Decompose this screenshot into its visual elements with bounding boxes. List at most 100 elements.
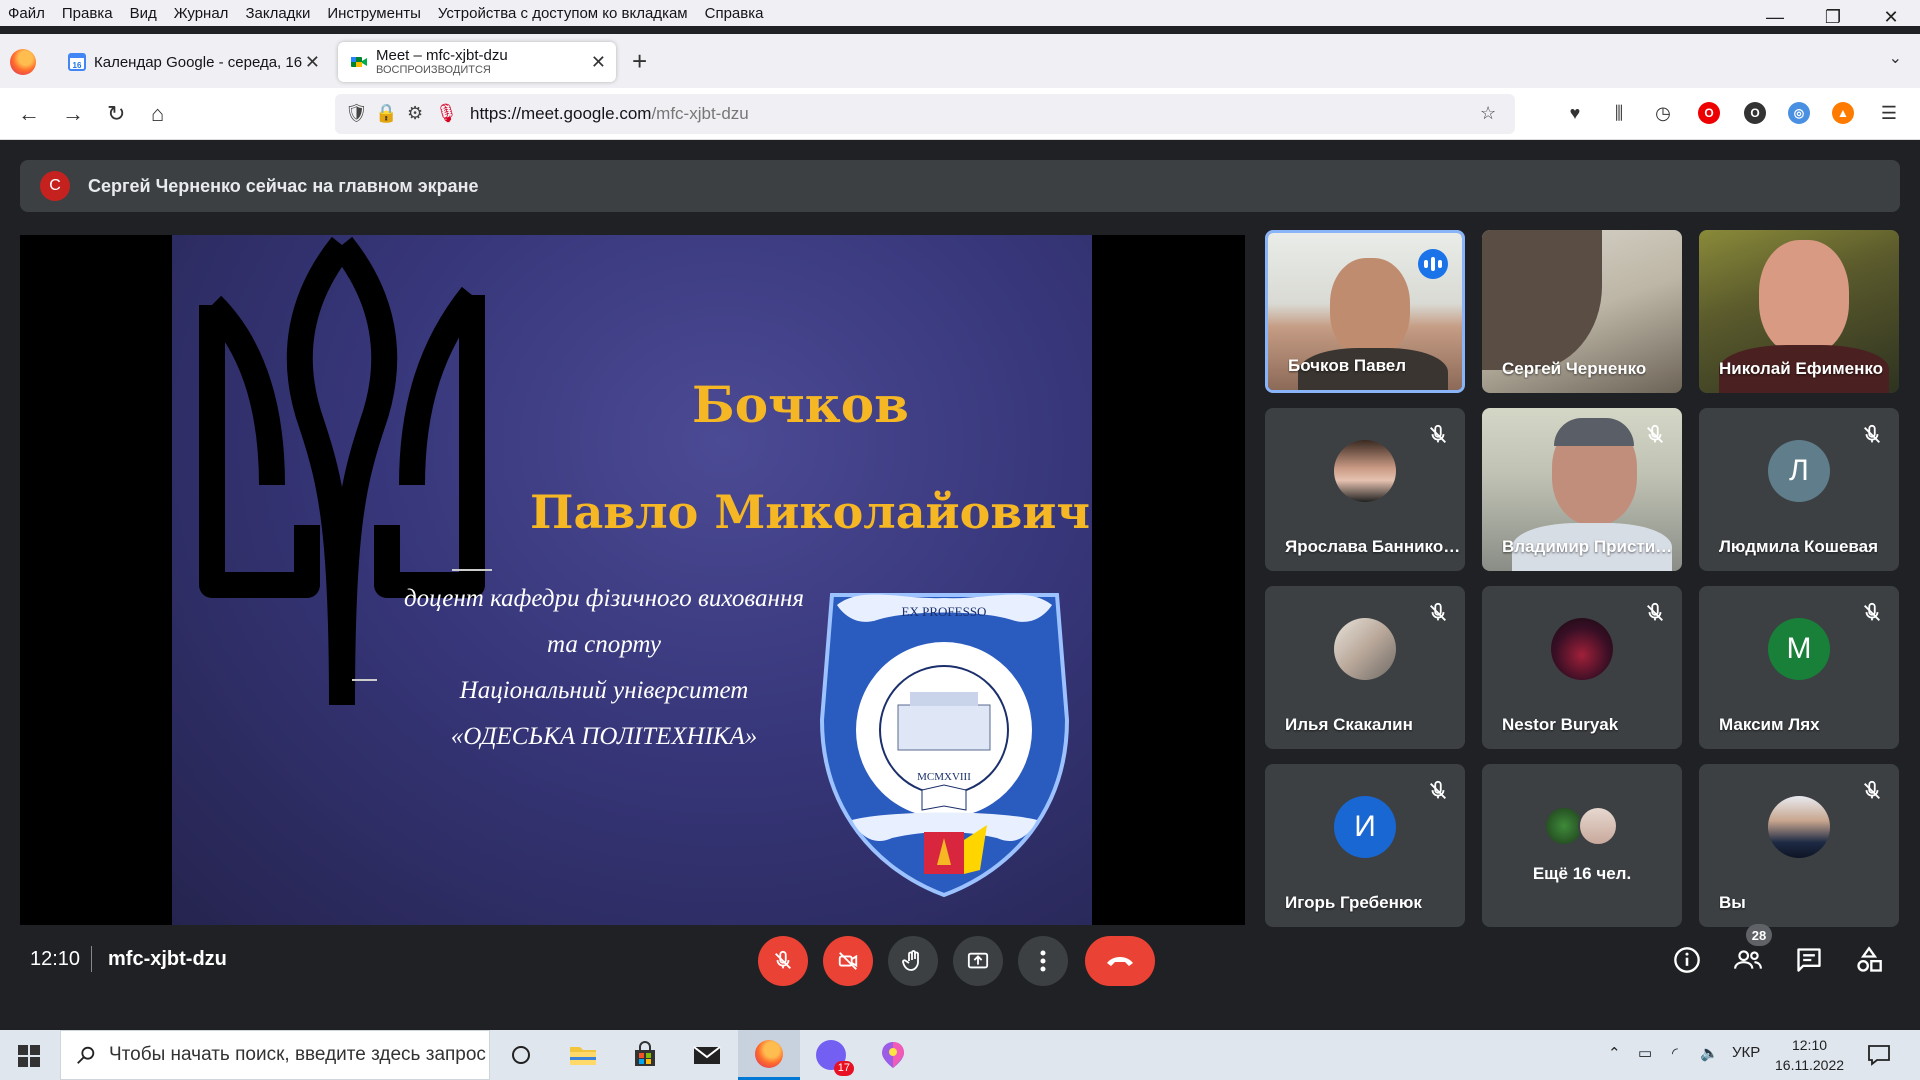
minimize-button[interactable]: — <box>1746 0 1804 34</box>
reload-icon[interactable]: ↻ <box>107 101 125 127</box>
meeting-clock: 12:10 <box>30 948 81 970</box>
orange-extension-icon: ▲ <box>1832 102 1854 124</box>
more-participants-tile[interactable]: Ещё 16 чел. <box>1482 764 1682 927</box>
volume-icon[interactable]: 🔈 <box>1700 1044 1719 1062</box>
menu-edit[interactable]: Правка <box>54 5 122 22</box>
mic-off-icon <box>1430 780 1446 799</box>
url-text[interactable]: https://meet.google.com/mfc-xjbt-dzu <box>470 104 749 124</box>
present-screen-button[interactable] <box>953 936 1003 986</box>
tracking-shield-icon[interactable]: 🛡 <box>345 103 368 124</box>
tab-meet[interactable]: Meet – mfc-xjbt-dzu ВОСПРОИЗВОДИТСЯ ✕ <box>338 42 616 82</box>
participant-tile[interactable]: Николай Ефименко <box>1699 230 1899 393</box>
close-tab-icon[interactable]: ✕ <box>305 52 320 73</box>
mail-taskbar-button[interactable] <box>676 1030 738 1080</box>
mic-off-icon <box>1430 424 1446 443</box>
input-language-indicator[interactable]: УКР <box>1732 1044 1760 1061</box>
firefox-taskbar-button[interactable] <box>738 1030 800 1080</box>
tab-playing-label: ВОСПРОИЗВОДИТСЯ <box>376 64 491 77</box>
forward-arrow-icon[interactable]: → <box>62 101 84 127</box>
menu-synced-tabs[interactable]: Устройства с доступом ко вкладкам <box>430 5 697 22</box>
raise-hand-button[interactable] <box>888 936 938 986</box>
tab-google-calendar[interactable]: 16 Календар Google - середа, 16 ✕ <box>60 42 330 82</box>
participant-avatar: Л <box>1768 439 1830 502</box>
menu-bookmarks[interactable]: Закладки <box>237 5 319 22</box>
menu-history[interactable]: Журнал <box>166 5 238 22</box>
hamburger-menu-icon[interactable]: ☰ <box>1876 100 1902 126</box>
clock-time: 12:10 <box>1791 1037 1828 1053</box>
meeting-details-button[interactable] <box>1671 944 1703 976</box>
bookmark-star-icon[interactable]: ☆ <box>1480 103 1496 124</box>
participants-button[interactable] <box>1732 944 1764 976</box>
menu-tools[interactable]: Инструменты <box>319 5 430 22</box>
new-tab-button[interactable]: + <box>632 46 647 77</box>
participant-name: Ярослава Банникова <box>1285 537 1461 556</box>
participant-name: Владимир Пристинский <box>1502 537 1678 556</box>
close-window-button[interactable]: ✕ <box>1862 0 1920 34</box>
participant-avatar: И <box>1334 795 1396 858</box>
permissions-icon[interactable]: ⚙ <box>407 103 423 124</box>
maps-taskbar-button[interactable] <box>862 1030 924 1080</box>
address-bar[interactable]: 🛡 🔒 ⚙ 🎙 https://meet.google.com/mfc-xjbt… <box>335 94 1515 134</box>
opera-extension-icon[interactable]: O <box>1696 100 1722 126</box>
participant-tile[interactable]: Л Людмила Кошевая <box>1699 408 1899 571</box>
firefox-view-icon[interactable] <box>10 49 36 75</box>
battery-icon[interactable]: ▭ <box>1638 1044 1652 1062</box>
microsoft-store-taskbar-button[interactable] <box>614 1030 676 1080</box>
participant-avatar <box>1578 806 1618 846</box>
participant-tile[interactable]: Сергей Черненко <box>1482 230 1682 393</box>
participant-tile[interactable]: Илья Скакалин <box>1265 586 1465 749</box>
pocket-icon[interactable]: ♥ <box>1562 100 1588 126</box>
participant-tile[interactable]: Nestor Buryak <box>1482 586 1682 749</box>
library-icon[interactable]: ⫼ <box>1606 100 1632 126</box>
map-pin-icon <box>882 1042 904 1068</box>
firefox-icon <box>755 1039 783 1068</box>
notification-center-icon[interactable] <box>1867 1044 1891 1066</box>
history-clock-icon[interactable]: ◷ <box>1650 100 1676 126</box>
participant-name: Максим Лях <box>1719 715 1820 734</box>
participant-tile[interactable]: И Игорь Гребенюк <box>1265 764 1465 927</box>
self-tile[interactable]: Вы <box>1699 764 1899 927</box>
menu-help[interactable]: Справка <box>697 5 773 22</box>
wifi-icon[interactable]: ◜ <box>1672 1044 1678 1062</box>
mail-envelope-icon <box>693 1046 721 1064</box>
info-icon <box>1674 947 1700 973</box>
extension-ring-icon[interactable]: ◎ <box>1786 100 1812 126</box>
show-hidden-icons-chevron[interactable]: ⌃ <box>1608 1044 1621 1062</box>
participant-tile[interactable]: Владимир Пристинский <box>1482 408 1682 571</box>
presenter-avatar: С <box>40 171 70 201</box>
menu-bar: Файл Правка Вид Журнал Закладки Инструме… <box>0 0 1920 26</box>
close-tab-icon[interactable]: ✕ <box>591 52 606 73</box>
menu-file[interactable]: Файл <box>0 5 54 22</box>
cortana-button[interactable] <box>490 1030 552 1080</box>
participant-avatar <box>1551 617 1613 680</box>
main-stage[interactable]: Бочков Павло Миколайович доцент кафедри … <box>20 235 1245 925</box>
participant-tile[interactable]: М Максим Лях <box>1699 586 1899 749</box>
windows-start-icon[interactable] <box>18 1045 40 1067</box>
extension-orange-icon[interactable]: ▲ <box>1830 100 1856 126</box>
slide-line-university: Національний університет <box>459 677 749 704</box>
slide-surname: Бочков <box>692 375 909 434</box>
participant-tile[interactable]: Бочков Павел <box>1265 230 1465 393</box>
mic-off-icon <box>1647 424 1663 443</box>
chat-button[interactable] <box>1793 944 1825 976</box>
participant-tile[interactable]: Ярослава Банникова <box>1265 408 1465 571</box>
taskbar-search-box[interactable]: Чтобы начать поиск, введите здесь запрос <box>60 1030 490 1080</box>
participant-name: Сергей Черненко <box>1502 359 1647 378</box>
file-explorer-taskbar-button[interactable] <box>552 1030 614 1080</box>
back-arrow-icon[interactable]: ← <box>18 101 40 127</box>
microphone-indicator-icon[interactable]: 🎙 <box>435 103 458 124</box>
more-options-button[interactable] <box>1018 936 1068 986</box>
leave-call-button[interactable] <box>1085 936 1155 986</box>
microphone-toggle-button[interactable] <box>758 936 808 986</box>
extension-o-icon[interactable]: O <box>1742 100 1768 126</box>
home-icon[interactable]: ⌂ <box>151 101 164 127</box>
slide-fullname: Павло Миколайович <box>530 485 1091 539</box>
lock-icon[interactable]: 🔒 <box>375 103 397 124</box>
menu-view[interactable]: Вид <box>122 5 166 22</box>
viber-taskbar-button[interactable]: 17 <box>800 1030 862 1080</box>
list-all-tabs-icon[interactable]: ⌄ <box>1889 48 1902 68</box>
restore-button[interactable]: ❐ <box>1804 0 1862 34</box>
camera-toggle-button[interactable] <box>823 936 873 986</box>
system-clock[interactable]: 12:10 16.11.2022 <box>1775 1035 1844 1075</box>
activities-button[interactable] <box>1853 944 1885 976</box>
